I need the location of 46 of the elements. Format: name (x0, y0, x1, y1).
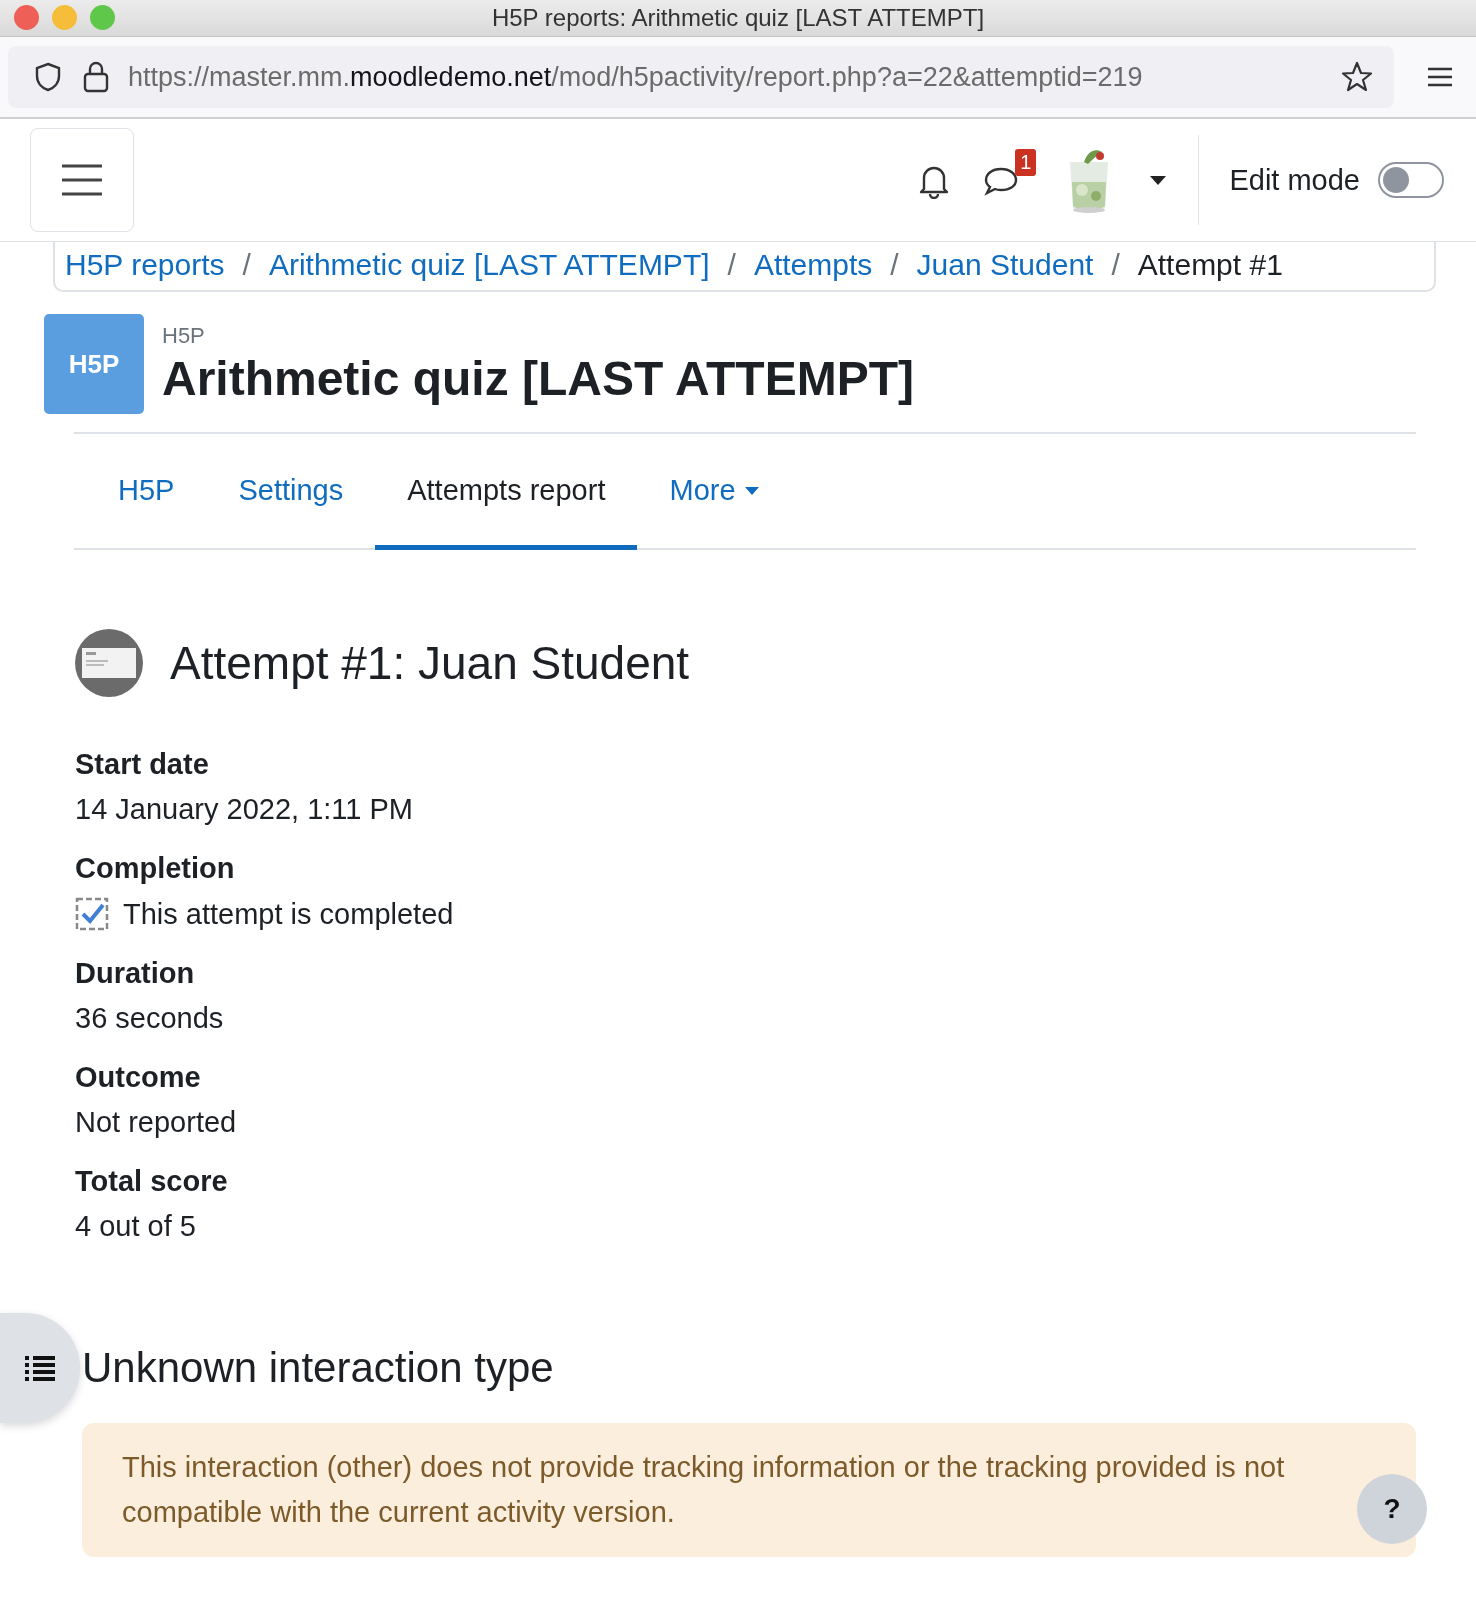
url-text: https://master.mm.moodledemo.net/mod/h5pactivity/report.php?a=22&attemptid=219 (128, 61, 1144, 93)
h5p-activity-icon: H5P (44, 314, 144, 414)
menu-icon[interactable] (1426, 65, 1454, 89)
list-icon (23, 1354, 57, 1382)
breadcrumb-separator: / (242, 248, 251, 282)
breadcrumb-separator: / (1111, 248, 1120, 282)
detail-value: Not reported (75, 1106, 238, 1139)
edit-mode-toggle[interactable] (1378, 162, 1444, 198)
nav-tab[interactable]: Attempts report (375, 434, 638, 550)
bookmark-star-icon[interactable] (1340, 60, 1374, 94)
lock-icon[interactable] (82, 60, 110, 94)
breadcrumb-link[interactable]: Arithmetic quiz [LAST ATTEMPT] (268, 248, 710, 282)
nav-tab[interactable]: Settings (206, 434, 376, 550)
nav-tab[interactable]: More (637, 434, 792, 550)
detail-label: Duration (75, 957, 196, 990)
breadcrumb-separator: / (727, 248, 736, 282)
notification-badge: 1 (1015, 149, 1037, 176)
detail-value: 36 seconds (75, 1002, 225, 1035)
page-title: Arithmetic quiz [LAST ATTEMPT] (162, 350, 914, 406)
section-heading: Unknown interaction type (82, 1344, 554, 1392)
breadcrumb-current: Attempt #1 (1137, 248, 1283, 282)
breadcrumb-link[interactable]: H5P reports (65, 248, 225, 282)
alert-message: This interaction (other) does not provide tracking information or the tracking provided is not compatible with the current activity version. (122, 1450, 1286, 1530)
caret-down-icon (743, 485, 760, 496)
caret-down-icon[interactable] (1148, 174, 1169, 186)
nav-tab[interactable]: H5P (86, 434, 207, 550)
activity-type-label: H5P (162, 322, 206, 349)
detail-label: Outcome (75, 1061, 202, 1094)
detail-label: Completion (75, 852, 236, 885)
edit-mode-label: Edit mode (1229, 163, 1360, 197)
detail-value: 14 January 2022, 1:11 PM (75, 793, 415, 826)
breadcrumb-separator: / (890, 248, 899, 282)
attempt-heading: Attempt #1: Juan Student (170, 636, 690, 690)
menu-icon (60, 163, 104, 197)
breadcrumb-link[interactable]: Juan Student (916, 248, 1094, 282)
detail-label: Total score (75, 1165, 229, 1198)
user-avatar-icon (74, 628, 144, 698)
close-window-icon[interactable] (14, 5, 39, 30)
detail-value: This attempt is completed (123, 897, 454, 931)
detail-label: Start date (75, 748, 210, 781)
address-bar[interactable]: https://master.mm.moodledemo.net/mod/h5pactivity/report.php?a=22&attemptid=219 (8, 46, 1394, 108)
menu-button[interactable] (30, 128, 134, 232)
breadcrumb-link[interactable]: Attempts (753, 248, 873, 282)
detail-value: 4 out of 5 (75, 1210, 197, 1243)
window-title: H5P reports: Arithmetic quiz [LAST ATTEMPT] (491, 4, 985, 32)
index-drawer-button[interactable] (0, 1313, 80, 1423)
